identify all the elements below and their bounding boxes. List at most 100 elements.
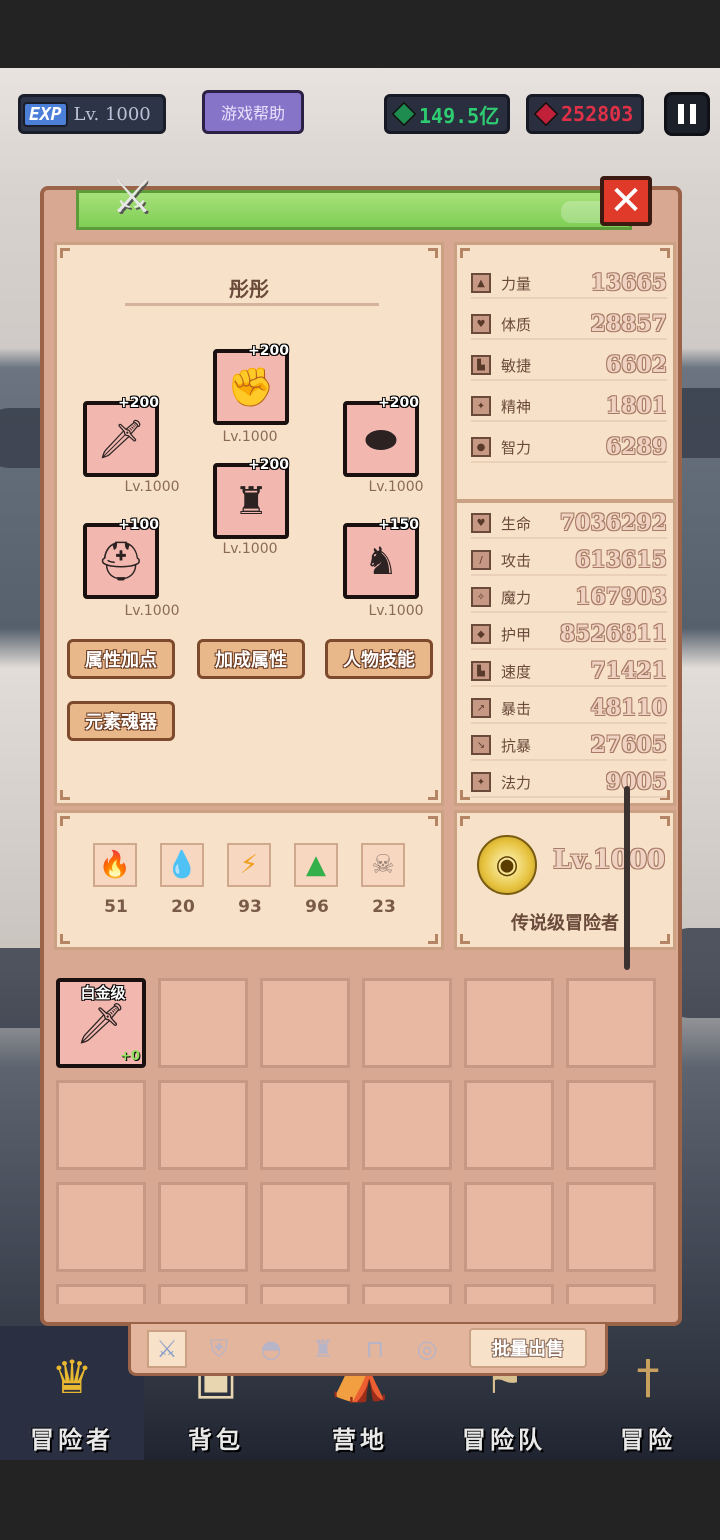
element-water[interactable]: 💧 20 xyxy=(160,843,206,917)
inventory-item[interactable]: 白金级 🗡 +0 xyxy=(56,978,146,1068)
attr-constitution: ♥ 体质 28857 xyxy=(471,310,667,340)
game-help-button[interactable]: 游戏帮助 xyxy=(202,90,304,134)
ruby-icon xyxy=(533,101,559,127)
system-nav-area xyxy=(0,1460,720,1540)
armor-icon: ♜ xyxy=(233,479,269,523)
inventory-slot[interactable] xyxy=(566,978,656,1068)
tab-armor[interactable]: ♜ xyxy=(303,1330,343,1368)
equip-slot-shield[interactable]: ⬬ +200 xyxy=(343,395,419,477)
spirit-icon: ✦ xyxy=(471,396,491,416)
inventory-slot[interactable] xyxy=(362,1284,452,1304)
inventory-slot[interactable] xyxy=(56,1080,146,1170)
pause-button[interactable] xyxy=(664,92,710,136)
inventory-slot[interactable] xyxy=(56,1182,146,1272)
equip-level: Lv.1000 xyxy=(368,603,424,619)
character-panel: ⚔ ✕ 彤彤 ✊ +200 Lv.1000 🗡 +200 Lv.1000 ⬬ +… xyxy=(40,169,682,1326)
hero-level: Lv.1000 xyxy=(553,845,666,875)
element-lightning[interactable]: ⚡ 93 xyxy=(227,843,273,917)
green-currency-value: 149.5亿 xyxy=(419,103,500,128)
item-enhance: +0 xyxy=(120,1049,140,1064)
attr-spirit: ✦ 精神 1801 xyxy=(471,392,667,422)
inventory-slot[interactable] xyxy=(362,1182,452,1272)
tab-shields[interactable]: ⛨ xyxy=(199,1330,239,1368)
close-button[interactable]: ✕ xyxy=(600,176,652,226)
inventory-slot[interactable] xyxy=(362,978,452,1068)
equip-slot-helmet[interactable]: ⛑ +100 xyxy=(83,517,159,599)
inventory-slot[interactable] xyxy=(158,1284,248,1304)
equip-slot-armor[interactable]: ♜ +200 xyxy=(213,457,289,539)
lightning-icon: ⚡ xyxy=(227,843,271,887)
boots-icon: ♞ xyxy=(363,539,399,583)
sword-icon: ⚔ xyxy=(156,1335,178,1363)
attribute-points-button[interactable]: 属性加点 xyxy=(67,639,175,679)
helmet-icon: ⛑ xyxy=(96,538,146,583)
close-icon: ✕ xyxy=(609,178,643,224)
ring-icon: ◎ xyxy=(416,1335,438,1363)
heart-icon: ♥ xyxy=(471,314,491,334)
inventory-slot[interactable] xyxy=(158,1080,248,1170)
element-count: 20 xyxy=(171,897,195,917)
sword-icon: / xyxy=(471,550,491,570)
inventory-slot[interactable] xyxy=(260,978,350,1068)
crit-resist-icon: ↘ xyxy=(471,735,491,755)
water-icon: 💧 xyxy=(160,843,204,887)
tab-boots[interactable]: ⊓ xyxy=(355,1330,395,1368)
tab-helmets[interactable]: ◓ xyxy=(251,1330,291,1368)
inventory-slot[interactable] xyxy=(56,1284,146,1304)
shield-icon: ◆ xyxy=(471,624,491,644)
element-fire[interactable]: 🔥 51 xyxy=(93,843,139,917)
inventory-scrollbar[interactable] xyxy=(624,786,630,970)
element-earth[interactable]: ▲ 96 xyxy=(294,843,340,917)
equip-level: Lv.1000 xyxy=(124,479,180,495)
divider xyxy=(125,303,379,306)
fire-icon: 🔥 xyxy=(93,843,137,887)
boot-icon: ▙ xyxy=(471,661,491,681)
equip-slot-weapon[interactable]: 🗡 +200 xyxy=(83,395,159,477)
inventory-slot[interactable] xyxy=(566,1080,656,1170)
bulk-sell-button[interactable]: 批量出售 xyxy=(469,1328,587,1368)
bonus-attributes-button[interactable]: 加成属性 xyxy=(197,639,305,679)
attributes-section: ▲ 力量 13665 ♥ 体质 28857 ▙ 敏捷 6602 ✦ 精神 1801 ● 智力 628… xyxy=(454,242,676,806)
red-currency[interactable]: 252803 xyxy=(526,94,644,134)
boots-icon: ⊓ xyxy=(365,1335,385,1363)
element-count: 51 xyxy=(104,897,128,917)
inventory-slot[interactable] xyxy=(464,1284,554,1304)
rank-section: ◉ Lv.1000 传说级冒险者 xyxy=(454,810,676,950)
attr-hp: ♥ 生命 7036292 xyxy=(471,509,667,539)
inventory-slot[interactable] xyxy=(464,1182,554,1272)
green-currency[interactable]: 149.5亿 xyxy=(384,94,510,134)
element-dark[interactable]: ☠ 23 xyxy=(361,843,407,917)
inventory-slot[interactable] xyxy=(362,1080,452,1170)
boot-icon: ▙ xyxy=(471,355,491,375)
inventory-slot[interactable] xyxy=(464,1080,554,1170)
equip-slot-boots[interactable]: ♞ +150 xyxy=(343,517,419,599)
hero-name: 彤彤 xyxy=(229,277,269,301)
gauntlet-icon: ✊ xyxy=(227,364,275,409)
hero-skills-button[interactable]: 人物技能 xyxy=(325,639,433,679)
enhance-level: +200 xyxy=(378,395,419,411)
inventory-slot[interactable] xyxy=(566,1182,656,1272)
inventory-slot[interactable] xyxy=(158,978,248,1068)
inventory-slot[interactable] xyxy=(464,978,554,1068)
crown-icon: ♛ xyxy=(51,1350,93,1404)
crossed-swords-icon: ⚔ xyxy=(111,169,153,223)
attr-crit: ↗ 暴击 48110 xyxy=(471,694,667,724)
inventory-slot[interactable] xyxy=(158,1182,248,1272)
tab-accessories[interactable]: ◎ xyxy=(407,1330,447,1368)
mana-icon: ✦ xyxy=(471,772,491,792)
tab-weapons[interactable]: ⚔ xyxy=(147,1330,187,1368)
inventory-slot[interactable] xyxy=(260,1284,350,1304)
nav-adventurer[interactable]: ♛ 冒险者 xyxy=(0,1326,144,1460)
attr-agility: ▙ 敏捷 6602 xyxy=(471,351,667,381)
rank-title: 传说级冒险者 xyxy=(511,913,619,934)
element-soul-button[interactable]: 元素魂器 xyxy=(67,701,175,741)
sword-icon: 🗡 xyxy=(96,416,146,461)
equipment-section: 彤彤 ✊ +200 Lv.1000 🗡 +200 Lv.1000 ⬬ +200 … xyxy=(54,242,444,806)
attr-speed: ▙ 速度 71421 xyxy=(471,657,667,687)
skull-icon: ☠ xyxy=(361,843,405,887)
inventory-slot[interactable] xyxy=(260,1182,350,1272)
inventory-slot[interactable] xyxy=(260,1080,350,1170)
sword-icon: † xyxy=(636,1350,660,1404)
equip-slot-gauntlet[interactable]: ✊ +200 xyxy=(213,343,289,425)
inventory-slot[interactable] xyxy=(566,1284,656,1304)
